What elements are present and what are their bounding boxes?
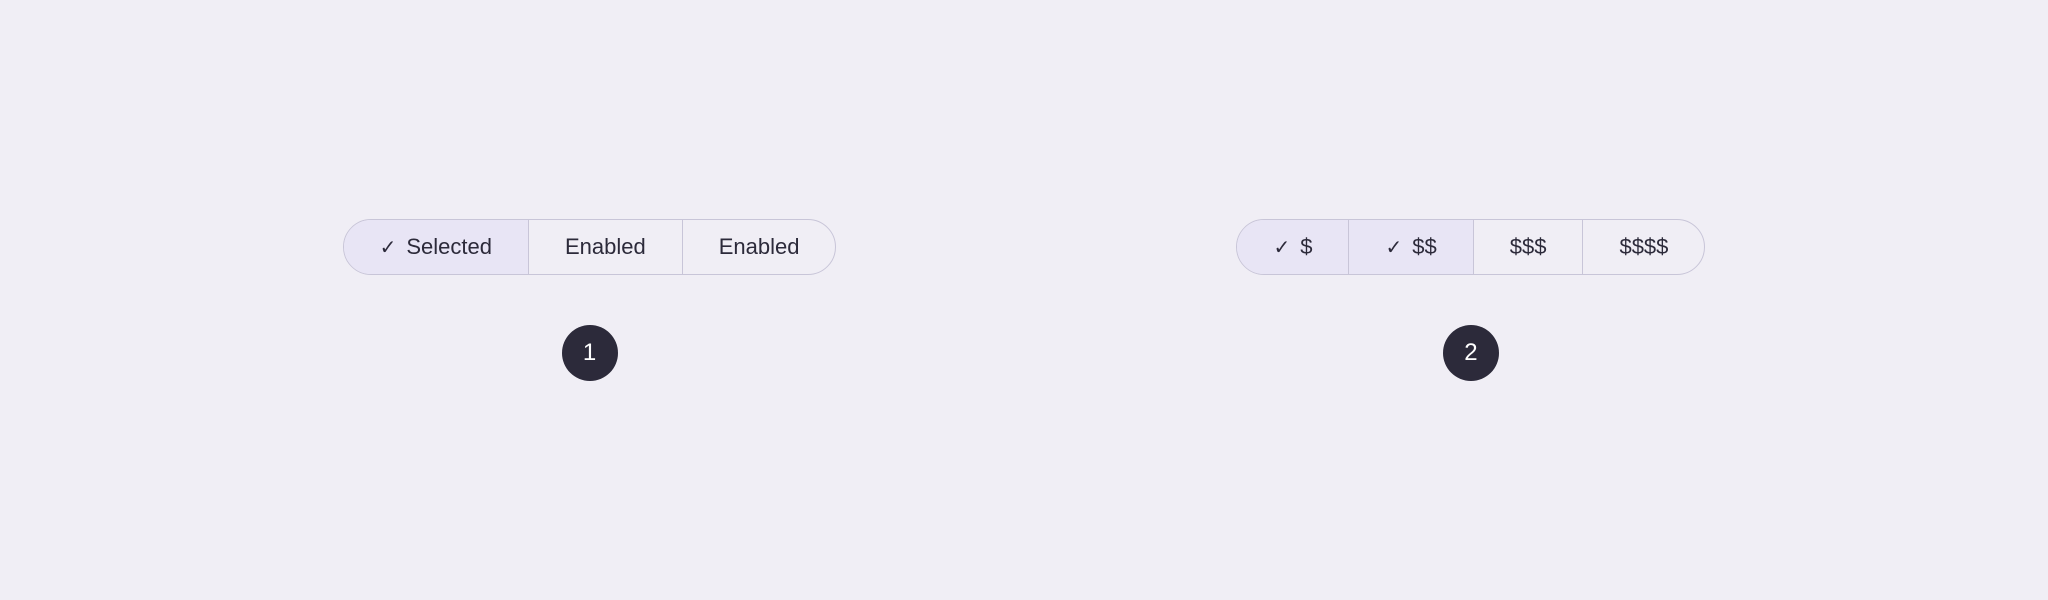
segment-enabled-1-label: Enabled: [565, 234, 646, 260]
check-icon-3: ✓: [1385, 235, 1402, 260]
segment-dollar-3-label: $$$: [1510, 234, 1547, 260]
segment-dollar-1[interactable]: ✓ $: [1237, 220, 1349, 274]
segment-dollar-1-label: $: [1300, 234, 1312, 260]
check-icon-2: ✓: [1273, 235, 1290, 260]
segment-dollar-4-label: $$$$: [1619, 234, 1668, 260]
example-group-2: ✓ $ ✓ $$ $$$ $$$$ 2: [1236, 219, 1705, 381]
segment-enabled-2[interactable]: Enabled: [683, 220, 836, 274]
segment-enabled-1[interactable]: Enabled: [529, 220, 683, 274]
segment-selected[interactable]: ✓ Selected: [344, 220, 529, 274]
segment-dollar-2-label: $$: [1412, 234, 1436, 260]
segment-selected-label: Selected: [406, 234, 492, 260]
badge-2: 2: [1443, 325, 1499, 381]
example-group-1: ✓ Selected Enabled Enabled 1: [343, 219, 837, 381]
segment-dollar-2[interactable]: ✓ $$: [1349, 220, 1473, 274]
check-icon-1: ✓: [380, 235, 397, 260]
badge-1: 1: [562, 325, 618, 381]
examples-row: ✓ Selected Enabled Enabled 1 ✓ $: [0, 219, 2048, 381]
segmented-control-1: ✓ Selected Enabled Enabled: [343, 219, 837, 275]
segment-dollar-4[interactable]: $$$$: [1583, 220, 1704, 274]
main-container: ✓ Selected Enabled Enabled 1 ✓ $: [0, 219, 2048, 381]
segment-dollar-3[interactable]: $$$: [1474, 220, 1584, 274]
segment-enabled-2-label: Enabled: [719, 234, 800, 260]
segmented-control-2: ✓ $ ✓ $$ $$$ $$$$: [1236, 219, 1705, 275]
